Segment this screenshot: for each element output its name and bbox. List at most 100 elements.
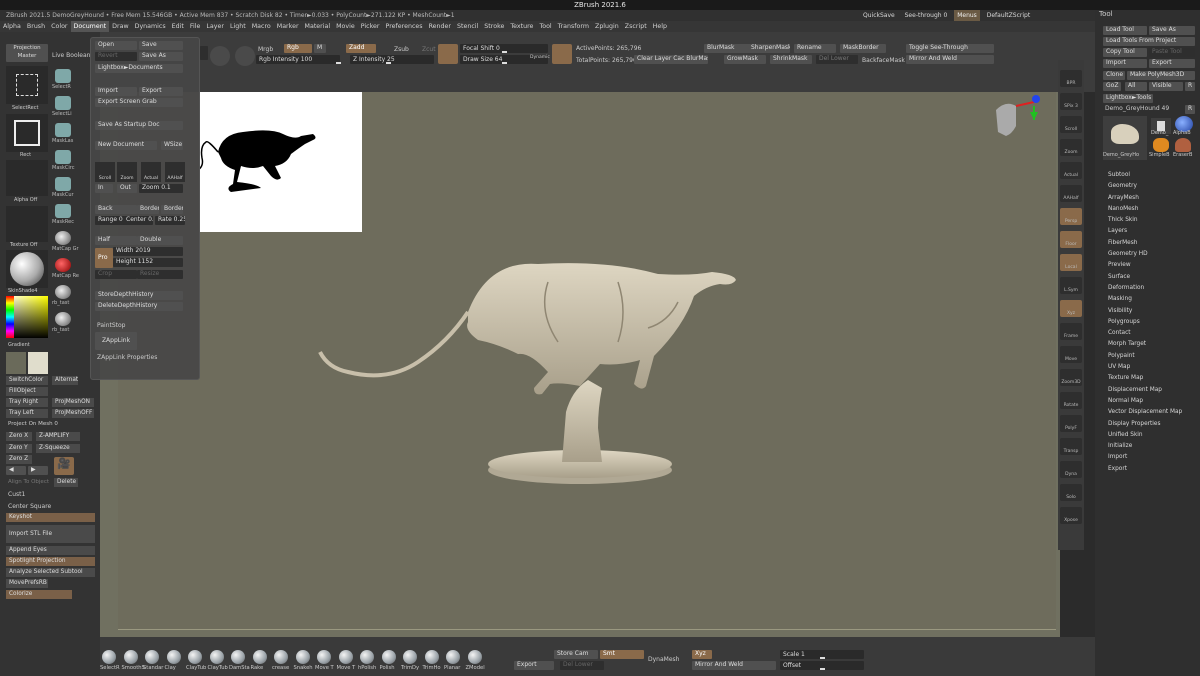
shortcut-1[interactable]: SelectLi [52, 95, 74, 121]
del-lower-button[interactable]: Del Lower [816, 55, 858, 64]
scroll-button[interactable]: Scroll [95, 162, 115, 182]
growmask-button[interactable]: GrowMask [724, 55, 766, 64]
copy-tool-button[interactable]: Copy Tool [1103, 48, 1147, 57]
zapplink-properties-label[interactable]: ZAppLink Properties [97, 354, 157, 361]
edit-mode-icon[interactable] [235, 46, 255, 66]
eraserbrush-icon[interactable] [1175, 138, 1191, 152]
shortcut-2[interactable]: MaskLas [52, 122, 74, 148]
zapplink-button[interactable]: ZAppLink [95, 332, 137, 350]
moveprefs-button[interactable]: MovePrefsRB [6, 579, 48, 588]
menu-brush[interactable]: Brush [24, 21, 48, 32]
shortcut-3[interactable]: MaskCirc [52, 149, 74, 175]
menu-material[interactable]: Material [302, 21, 334, 32]
tool-submenu-fibermesh[interactable]: FiberMesh [1108, 238, 1198, 249]
brush-icon[interactable] [295, 650, 310, 664]
z-intensity-slider[interactable]: Z Intensity 25 [350, 55, 434, 64]
z-amplify-button[interactable]: Z-AMPLIFY [36, 432, 80, 441]
brush-icon[interactable] [274, 650, 288, 664]
projmesh-on-button[interactable]: ProjMeshON [52, 398, 94, 407]
menu-alpha[interactable]: Alpha [0, 21, 24, 32]
lightbox-tools-button[interactable]: Lightbox►Tools [1103, 94, 1153, 103]
brush-icon[interactable] [467, 650, 482, 664]
projection-master-button[interactable]: Projection Master [6, 44, 48, 62]
brush-icon[interactable] [145, 650, 159, 664]
menu-macro[interactable]: Macro [249, 21, 274, 32]
double-button[interactable]: Double [137, 236, 183, 245]
menu-tool[interactable]: Tool [536, 21, 554, 32]
prev-arrow-button[interactable]: ◀ [6, 466, 26, 475]
save-startup-doc-button[interactable]: Save As Startup Doc [95, 121, 183, 130]
nav-xyz[interactable]: Xyz [1060, 300, 1082, 317]
tool-submenu-contact[interactable]: Contact [1108, 328, 1198, 339]
menu-preferences[interactable]: Preferences [383, 21, 426, 32]
paste-tool-button[interactable]: Paste Tool [1149, 48, 1195, 57]
in-button[interactable]: In [95, 184, 113, 193]
menu-stencil[interactable]: Stencil [454, 21, 481, 32]
nav-spix-3[interactable]: SPix 3 [1060, 93, 1082, 110]
focal-shift-slider[interactable]: Focal Shift 0 [460, 44, 548, 53]
append-eyes-button[interactable]: Append Eyes [6, 546, 95, 555]
tool-submenu-geometry-hd[interactable]: Geometry HD [1108, 249, 1198, 260]
xyz-symmetry-toggle[interactable]: Xyz [692, 650, 712, 659]
export-screen-grab-button[interactable]: Export Screen Grab [95, 98, 183, 107]
brush-icon[interactable] [252, 650, 267, 664]
brush-icon[interactable] [166, 650, 181, 664]
keyshot-button[interactable]: Keyshot [6, 513, 95, 522]
brush-icon[interactable] [360, 650, 374, 664]
nav-bpr[interactable]: BPR [1060, 70, 1082, 87]
pro-button[interactable]: Pro [95, 248, 113, 268]
rgb-intensity-slider[interactable]: Rgb Intensity 100 [256, 55, 341, 64]
tool-submenu-initialize[interactable]: Initialize [1108, 441, 1198, 452]
tool-submenu-import[interactable]: Import [1108, 452, 1198, 463]
nav-xpose[interactable]: Xpose [1060, 507, 1082, 524]
tray-right-button[interactable]: Tray Right [6, 398, 48, 407]
nav-actual[interactable]: Actual [1060, 162, 1082, 179]
zscript-button[interactable]: DefaultZScript [984, 10, 1033, 21]
tool-submenu-display-properties[interactable]: Display Properties [1108, 419, 1198, 430]
zoom-button[interactable]: Zoom [117, 162, 137, 182]
revert-button[interactable]: Revert [95, 52, 137, 61]
switch-color-button[interactable]: SwitchColor [6, 376, 48, 385]
rgb-toggle[interactable]: Rgb [284, 44, 312, 53]
nav-frame[interactable]: Frame [1060, 323, 1082, 340]
brush-icon[interactable] [188, 650, 202, 664]
sharpenmask-button[interactable]: SharpenMask [748, 44, 790, 53]
scale-slider[interactable]: Scale 1 [780, 650, 864, 659]
visible-button[interactable]: Visible [1149, 82, 1183, 91]
nav-aahalf[interactable]: AAHalf [1060, 185, 1082, 202]
simplebrush-icon[interactable] [1153, 138, 1169, 152]
draw-mode-icon[interactable] [210, 46, 230, 66]
select-rect-tile[interactable] [6, 66, 48, 104]
tool-submenu-thick-skin[interactable]: Thick Skin [1108, 215, 1198, 226]
tool-submenu-preview[interactable]: Preview [1108, 260, 1198, 271]
toggle-seethrough-button[interactable]: Toggle See-Through [906, 44, 994, 53]
menu-transform[interactable]: Transform [555, 21, 592, 32]
projmesh-off-button[interactable]: ProjMeshOFF [52, 409, 94, 418]
camera-icon[interactable]: 🎥 [54, 457, 74, 475]
wsize-button[interactable]: WSize [161, 141, 183, 150]
lightbox-toggle[interactable] [200, 46, 208, 60]
width-slider[interactable]: Width 2019 [113, 247, 183, 256]
tray-left-button[interactable]: Tray Left [6, 409, 48, 418]
export-bottom-button[interactable]: Export [514, 661, 554, 670]
shortcut-9[interactable]: rb_tast [52, 311, 74, 337]
menu-picker[interactable]: Picker [358, 21, 383, 32]
tool-submenu-export[interactable]: Export [1108, 464, 1198, 475]
clear-layer-button[interactable]: Clear Layer Cac BlurMask [634, 55, 708, 64]
out-button[interactable]: Out [117, 184, 137, 193]
aahalf-button[interactable]: AAHalf [165, 162, 185, 182]
backfacemask-toggle[interactable]: BackfaceMask [862, 57, 905, 64]
tool-submenu-deformation[interactable]: Deformation [1108, 283, 1198, 294]
maskborder-button[interactable]: MaskBorder [840, 44, 886, 53]
nav-transp[interactable]: Transp [1060, 438, 1082, 455]
brush-icon[interactable] [102, 650, 116, 664]
menu-document[interactable]: Document [70, 21, 110, 32]
store-cam-button[interactable]: Store Cam [554, 650, 598, 659]
brush-icon[interactable] [209, 650, 224, 664]
menu-help[interactable]: Help [650, 21, 670, 32]
open-button[interactable]: Open [95, 41, 137, 50]
fill-object-button[interactable]: FillObject [6, 387, 48, 396]
orientation-gizmo[interactable] [986, 92, 1046, 152]
zero-y-button[interactable]: Zero Y [6, 444, 32, 453]
dynamesh-button[interactable]: DynaMesh [648, 656, 679, 663]
